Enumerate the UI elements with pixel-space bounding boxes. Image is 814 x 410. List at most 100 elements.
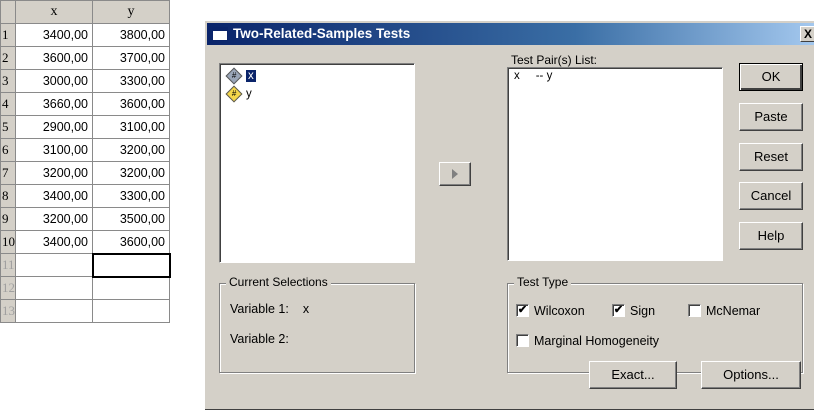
row-header[interactable]: 5 — [0, 115, 16, 139]
help-button[interactable]: Help — [739, 222, 803, 250]
close-button[interactable]: X — [800, 26, 814, 42]
scale-variable-icon: # — [225, 85, 243, 103]
dialog-title: Two-Related-Samples Tests — [233, 26, 411, 41]
checkbox-label: Wilcoxon — [534, 304, 585, 318]
cell-y[interactable]: 3500,00 — [92, 207, 170, 231]
cell-y[interactable] — [92, 276, 170, 300]
cell-x[interactable]: 3400,00 — [15, 184, 93, 208]
cancel-button[interactable]: Cancel — [739, 182, 803, 210]
window-icon — [212, 27, 228, 41]
row-header[interactable]: 12 — [0, 276, 16, 300]
cell-x[interactable] — [15, 253, 93, 277]
test-pairs-label: Test Pair(s) List: — [511, 53, 598, 67]
cell-x[interactable]: 3660,00 — [15, 92, 93, 116]
column-header-x[interactable]: x — [15, 0, 93, 24]
data-editor-grid: x y 1 3400,00 3800,00 2 3600,00 3700,00 3 3000,… — [0, 0, 204, 406]
cell-y[interactable]: 3300,00 — [92, 184, 170, 208]
cell-y[interactable] — [91, 252, 171, 278]
table-row: 4 3660,00 3600,00 — [0, 92, 170, 116]
row-header[interactable]: 1 — [0, 23, 16, 47]
list-item[interactable]: x -- y — [514, 70, 552, 82]
table-row: 8 3400,00 3300,00 — [0, 184, 170, 208]
cell-y[interactable]: 3600,00 — [92, 230, 170, 254]
row-header[interactable]: 11 — [0, 253, 16, 277]
cell-x[interactable]: 3200,00 — [15, 161, 93, 185]
table-row: 2 3600,00 3700,00 — [0, 46, 170, 70]
cell-y[interactable]: 3700,00 — [92, 46, 170, 70]
sign-checkbox[interactable]: ✔ Sign — [612, 304, 655, 318]
exact-button[interactable]: Exact... — [589, 361, 677, 389]
table-row: 6 3100,00 3200,00 — [0, 138, 170, 162]
table-row: 7 3200,00 3200,00 — [0, 161, 170, 185]
cell-x[interactable]: 2900,00 — [15, 115, 93, 139]
table-row: 11 — [0, 252, 171, 278]
checkbox-box[interactable]: ✔ — [516, 304, 529, 317]
cell-y[interactable]: 3200,00 — [92, 138, 170, 162]
cell-y[interactable] — [92, 299, 170, 323]
grid-corner[interactable] — [0, 0, 16, 24]
cell-x[interactable]: 3000,00 — [15, 69, 93, 93]
current-selections-group: Current Selections Variable 1: x Variable… — [219, 275, 415, 373]
cell-x[interactable]: 3100,00 — [15, 138, 93, 162]
table-row: 12 — [0, 276, 170, 300]
cell-x[interactable]: 3400,00 — [15, 230, 93, 254]
mcnemar-checkbox[interactable]: McNemar — [688, 304, 760, 318]
source-variable-list[interactable]: # x # y — [219, 63, 415, 263]
two-related-samples-dialog: Two-Related-Samples Tests X # x # y Test… — [204, 20, 814, 410]
variable-2-line: Variable 2: — [230, 332, 303, 346]
table-row: 3 3000,00 3300,00 — [0, 69, 170, 93]
table-row: 13 — [0, 299, 170, 323]
variable-1-line: Variable 1: x — [230, 302, 309, 316]
variable-2-label: Variable 2: — [230, 332, 289, 346]
variable-item-x[interactable]: # x — [225, 67, 256, 85]
checkbox-box[interactable] — [516, 334, 529, 347]
scale-variable-icon: # — [225, 67, 243, 85]
table-row: 1 3400,00 3800,00 — [0, 23, 170, 47]
row-header[interactable]: 4 — [0, 92, 16, 116]
group-title: Test Type — [514, 275, 572, 289]
variable-1-label: Variable 1: — [230, 302, 289, 316]
dialog-title-bar[interactable]: Two-Related-Samples Tests X — [207, 23, 814, 45]
row-header[interactable]: 13 — [0, 299, 16, 323]
cell-y[interactable]: 3600,00 — [92, 92, 170, 116]
variable-2-value — [289, 332, 303, 346]
cell-x[interactable] — [15, 299, 93, 323]
row-header[interactable]: 6 — [0, 138, 16, 162]
row-header[interactable]: 2 — [0, 46, 16, 70]
row-header[interactable]: 7 — [0, 161, 16, 185]
cell-x[interactable] — [15, 276, 93, 300]
test-pairs-list[interactable]: x -- y — [507, 67, 723, 261]
test-type-group: Test Type ✔ Wilcoxon ✔ Sign McNemar Marg… — [507, 275, 803, 373]
row-header[interactable]: 10 — [0, 230, 16, 254]
variable-item-y[interactable]: # y — [225, 85, 252, 103]
cell-x[interactable]: 3400,00 — [15, 23, 93, 47]
column-header-y[interactable]: y — [92, 0, 170, 24]
group-title: Current Selections — [226, 275, 331, 289]
data-table: x y 1 3400,00 3800,00 2 3600,00 3700,00 3 3000,… — [0, 0, 171, 323]
ok-button[interactable]: OK — [739, 63, 803, 91]
cell-y[interactable]: 3300,00 — [92, 69, 170, 93]
variable-1-value: x — [302, 302, 310, 316]
variable-label: y — [246, 88, 252, 100]
checkbox-label: Marginal Homogeneity — [534, 334, 660, 348]
row-header[interactable]: 9 — [0, 207, 16, 231]
move-pair-button[interactable] — [439, 162, 471, 186]
checkbox-box[interactable]: ✔ — [612, 304, 625, 317]
cell-x[interactable]: 3200,00 — [15, 207, 93, 231]
row-header[interactable]: 3 — [0, 69, 16, 93]
checkbox-label: McNemar — [706, 304, 761, 318]
paste-button[interactable]: Paste — [739, 103, 803, 131]
variable-label: x — [246, 70, 256, 82]
checkbox-box[interactable] — [688, 304, 701, 317]
marginal-homogeneity-checkbox[interactable]: Marginal Homogeneity — [516, 334, 659, 348]
table-row: 5 2900,00 3100,00 — [0, 115, 170, 139]
options-button[interactable]: Options... — [701, 361, 801, 389]
cell-x[interactable]: 3600,00 — [15, 46, 93, 70]
reset-button[interactable]: Reset — [739, 143, 803, 171]
right-arrow-icon — [452, 169, 458, 179]
row-header[interactable]: 8 — [0, 184, 16, 208]
cell-y[interactable]: 3800,00 — [92, 23, 170, 47]
wilcoxon-checkbox[interactable]: ✔ Wilcoxon — [516, 304, 585, 318]
cell-y[interactable]: 3200,00 — [92, 161, 170, 185]
cell-y[interactable]: 3100,00 — [92, 115, 170, 139]
